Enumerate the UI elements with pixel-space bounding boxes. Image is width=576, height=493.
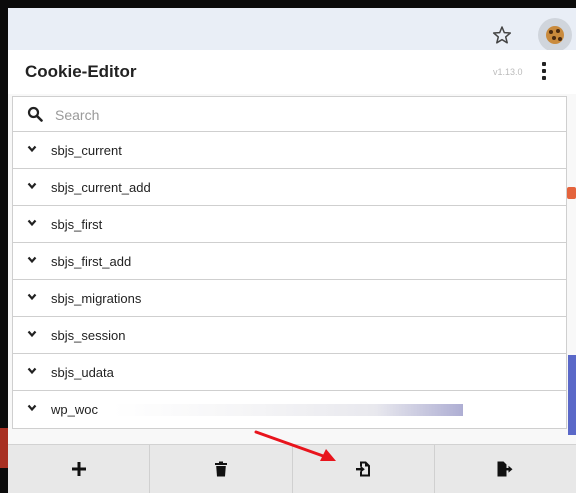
cookie-item[interactable]: sbjs_udata (12, 354, 567, 391)
export-button[interactable] (435, 445, 576, 493)
add-cookie-button[interactable] (8, 445, 151, 493)
cookie-name: sbjs_session (51, 328, 126, 343)
page-background-fragment (568, 355, 576, 435)
chevron-down-icon[interactable] (27, 330, 37, 338)
cookie-item[interactable]: sbjs_current (12, 132, 567, 169)
cookie-name: sbjs_migrations (51, 291, 142, 306)
export-icon (497, 461, 513, 477)
cookie-list: sbjs_current sbjs_current_add sbjs_first… (12, 96, 567, 429)
chevron-down-icon[interactable] (27, 182, 37, 190)
chevron-down-icon[interactable] (27, 256, 37, 264)
chevron-down-icon[interactable] (27, 367, 37, 375)
redacted-value-blur (113, 404, 463, 416)
delete-all-icon (214, 461, 227, 477)
search-input[interactable] (55, 103, 535, 127)
cookie-name: sbjs_first (51, 217, 103, 232)
cookie-item[interactable]: sbjs_first (12, 206, 567, 243)
screenshot: Cookie-Editor v1.13.0 sbjs_current sbjs_… (0, 0, 576, 493)
browser-toolbar (8, 8, 576, 52)
annotation-arrow-icon (254, 430, 336, 461)
cookie-extension-button[interactable] (538, 18, 572, 52)
cookie-name: sbjs_udata (51, 365, 114, 380)
cookie-editor-popup: Cookie-Editor v1.13.0 sbjs_current sbjs_… (8, 50, 576, 493)
page-background-fragment (567, 187, 576, 199)
cookie-item[interactable]: sbjs_migrations (12, 280, 567, 317)
page-background-fragment (0, 428, 8, 468)
add-icon (71, 462, 86, 476)
cookie-item[interactable]: sbjs_current_add (12, 169, 567, 206)
cookie-name: sbjs_current_add (51, 180, 151, 195)
cookie-item[interactable]: wp_woc (12, 391, 567, 429)
bookmark-star-icon[interactable] (492, 25, 512, 45)
cookie-name: sbjs_first_add (51, 254, 132, 269)
cookie-name: sbjs_current (51, 143, 122, 158)
more-options-icon[interactable] (540, 62, 548, 82)
chevron-down-icon[interactable] (27, 145, 37, 153)
cookie-item[interactable]: sbjs_first_add (12, 243, 567, 280)
cookie-name: wp_woc (51, 402, 98, 417)
popup-header: Cookie-Editor v1.13.0 (8, 50, 576, 94)
import-icon (356, 461, 371, 477)
search-bar (12, 96, 567, 132)
version-label: v1.13.0 (493, 67, 523, 77)
app-title: Cookie-Editor (25, 62, 137, 81)
chevron-down-icon[interactable] (27, 293, 37, 301)
chevron-down-icon[interactable] (27, 404, 37, 412)
search-icon (27, 106, 43, 122)
chevron-down-icon[interactable] (27, 219, 37, 227)
cookie-extension-icon (546, 26, 564, 44)
cookie-item[interactable]: sbjs_session (12, 317, 567, 354)
